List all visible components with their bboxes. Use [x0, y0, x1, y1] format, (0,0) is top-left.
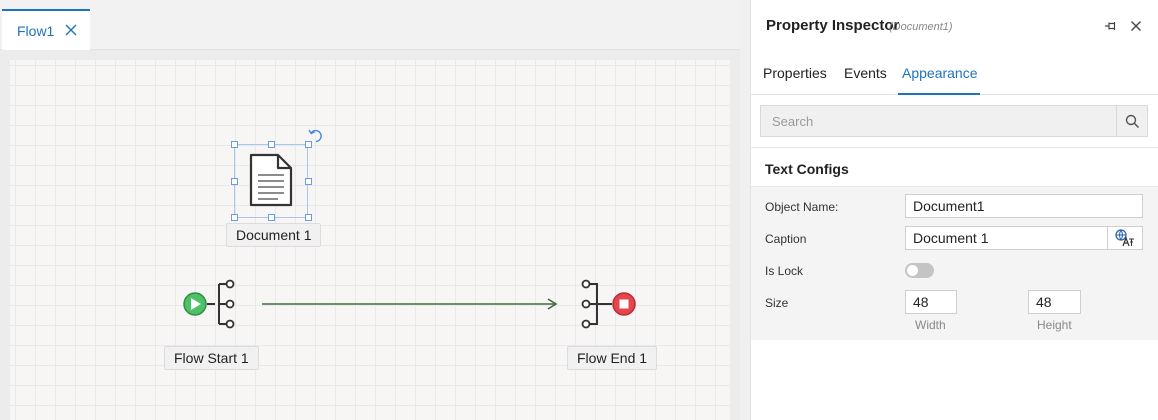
tab-flow1[interactable]: Flow1: [2, 9, 90, 50]
resize-handle-n[interactable]: [268, 141, 275, 148]
resize-handle-se[interactable]: [305, 214, 312, 221]
pin-icon[interactable]: [1104, 19, 1118, 33]
width-label: Width: [915, 318, 946, 332]
search-input[interactable]: [761, 106, 1117, 136]
inspector-header: Property Inspector (Document1): [751, 0, 1158, 52]
size-label: Size: [765, 296, 789, 310]
is-lock-toggle[interactable]: [905, 263, 934, 278]
height-label: Height: [1037, 318, 1072, 332]
flow-editor: Flow1 Document 1 Flow Start 1 Flow End 1: [0, 0, 740, 420]
object-name-label: Object Name:: [765, 200, 839, 214]
inspector-tabs: Properties Events Appearance: [751, 52, 1158, 95]
resize-handle-nw[interactable]: [231, 141, 238, 148]
tab-flow1-label: Flow1: [17, 22, 55, 39]
object-name-input[interactable]: [905, 194, 1143, 218]
caption-label: Caption: [765, 232, 807, 246]
property-inspector: Property Inspector (Document1) Propertie…: [750, 0, 1158, 420]
inspector-subtitle: (Document1): [889, 21, 953, 33]
flow-end-icon[interactable]: [580, 279, 638, 331]
resize-handle-sw[interactable]: [231, 214, 238, 221]
resize-handle-s[interactable]: [268, 214, 275, 221]
tab-events[interactable]: Events: [844, 65, 887, 81]
flow-end-node-label[interactable]: Flow End 1: [567, 346, 658, 370]
text-configs-section: Object Name: Caption Is Lock Size Width …: [751, 186, 1158, 340]
toggle-knob: [907, 265, 918, 276]
size-height-input[interactable]: [1028, 290, 1081, 314]
caption-input[interactable]: [905, 226, 1108, 250]
arrow-connector[interactable]: [260, 296, 560, 312]
document-icon[interactable]: [248, 152, 294, 208]
close-icon[interactable]: [1129, 19, 1143, 33]
flow-start-icon[interactable]: [182, 279, 240, 331]
section-divider: [751, 147, 1158, 148]
rotate-icon[interactable]: [308, 128, 324, 144]
size-width-input[interactable]: [905, 290, 957, 314]
search-box: [760, 105, 1148, 137]
document-node-label[interactable]: Document 1: [226, 223, 322, 247]
section-title: Text Configs: [765, 161, 849, 177]
editor-tab-bar: Flow1: [0, 0, 740, 50]
caption-translate-button[interactable]: [1108, 226, 1143, 250]
active-tab-indicator: [898, 93, 980, 95]
tab-appearance[interactable]: Appearance: [902, 65, 978, 81]
flow-start-node-label[interactable]: Flow Start 1: [164, 346, 259, 370]
translate-icon: [1115, 229, 1134, 247]
flow-canvas[interactable]: Document 1 Flow Start 1 Flow End 1: [10, 60, 730, 420]
search-button[interactable]: [1116, 106, 1147, 136]
resize-handle-e[interactable]: [305, 178, 312, 185]
tab-properties[interactable]: Properties: [763, 65, 827, 81]
inspector-title: Property Inspector: [766, 17, 900, 34]
resize-handle-w[interactable]: [231, 178, 238, 185]
is-lock-label: Is Lock: [765, 264, 804, 278]
close-icon[interactable]: [64, 23, 78, 37]
search-icon: [1125, 114, 1139, 128]
